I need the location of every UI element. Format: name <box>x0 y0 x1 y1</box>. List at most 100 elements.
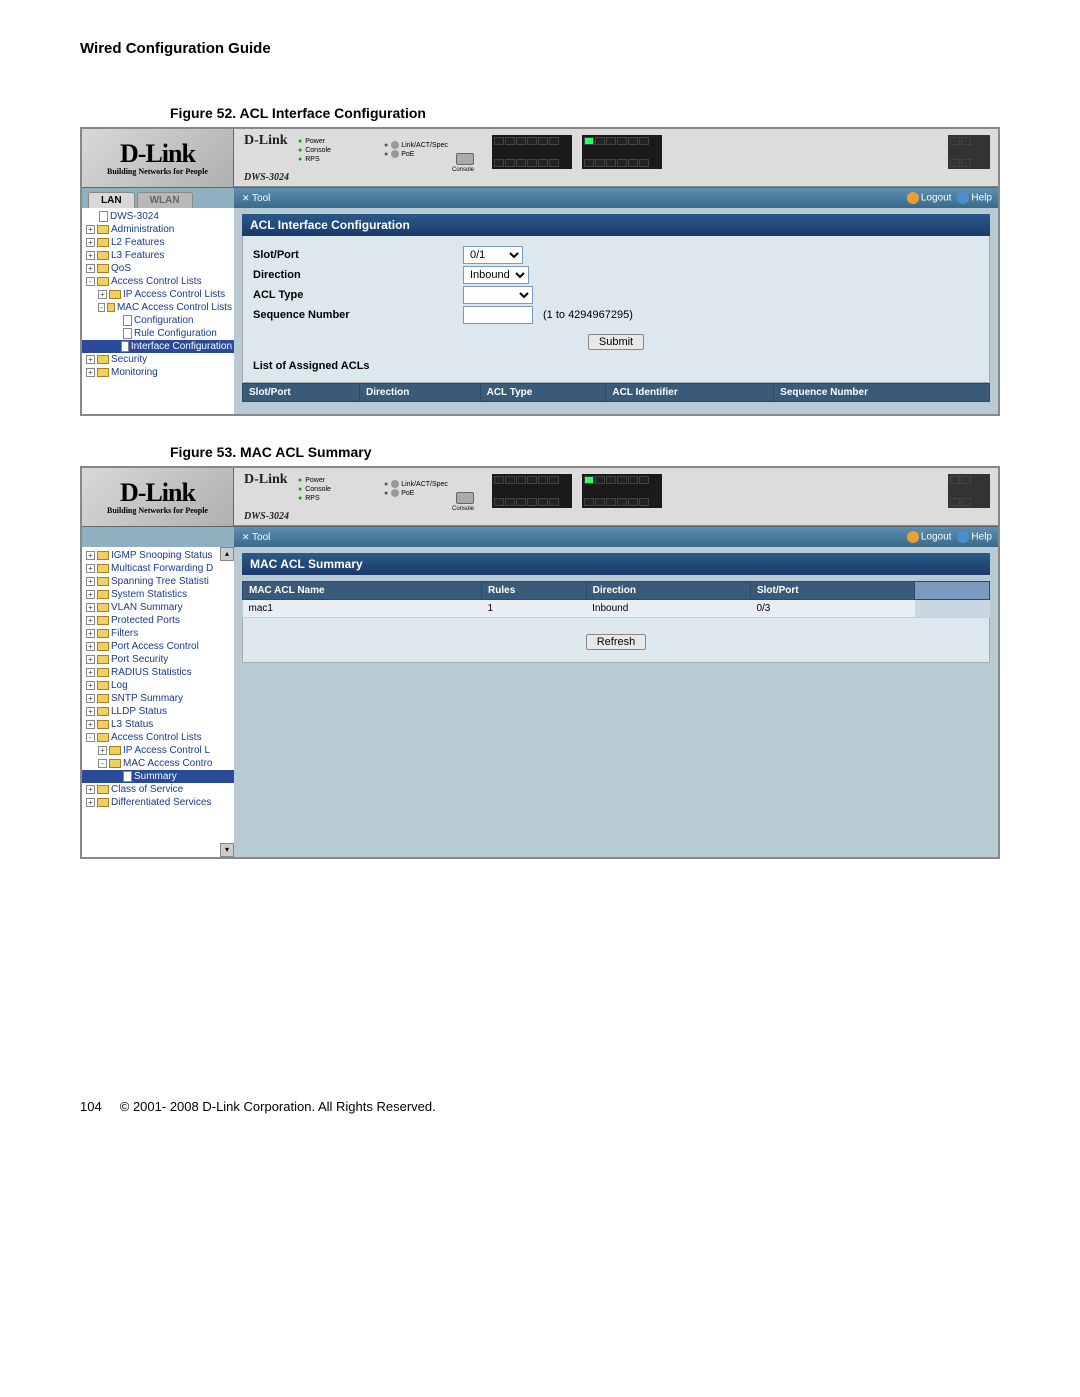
tree-item[interactable]: +Log <box>82 679 234 692</box>
tree-item[interactable]: Configuration <box>82 314 234 327</box>
tree-item[interactable]: -MAC Access Contro <box>82 757 234 770</box>
nav-tree[interactable]: +IGMP Snooping Status+Multicast Forwardi… <box>82 547 234 857</box>
collapse-icon[interactable]: - <box>98 303 105 312</box>
port-block-1 <box>492 474 572 508</box>
expand-icon[interactable]: + <box>86 564 95 573</box>
tree-item[interactable]: +L2 Features <box>82 236 234 249</box>
tree-item[interactable]: +L3 Status <box>82 718 234 731</box>
expand-icon[interactable]: + <box>86 577 95 586</box>
expand-icon[interactable]: + <box>86 785 95 794</box>
table-row: mac1 1 Inbound 0/3 <box>243 600 990 618</box>
expand-icon[interactable]: + <box>86 798 95 807</box>
folder-icon <box>97 251 109 260</box>
expand-icon[interactable]: + <box>86 616 95 625</box>
expand-icon[interactable]: + <box>86 694 95 703</box>
tree-item[interactable]: +IP Access Control Lists <box>82 288 234 301</box>
expand-icon[interactable]: + <box>86 355 95 364</box>
nav-tree[interactable]: DWS-3024 + Administration+L2 Features+L3 F… <box>82 208 234 414</box>
tool-menu[interactable]: Tool <box>242 193 270 204</box>
refresh-button[interactable]: Refresh <box>586 634 647 650</box>
status-leds: Power Console RPS <box>298 137 331 164</box>
submit-button[interactable]: Submit <box>588 334 644 350</box>
tree-item[interactable]: +System Statistics <box>82 588 234 601</box>
expand-icon[interactable]: + <box>86 590 95 599</box>
tree-item[interactable]: +Monitoring <box>82 366 234 379</box>
tree-item[interactable]: Summary <box>82 770 234 783</box>
expand-icon[interactable]: + <box>86 629 95 638</box>
led-rps: RPS <box>298 494 331 503</box>
tree-item[interactable]: +Spanning Tree Statisti <box>82 575 234 588</box>
tree-item[interactable]: +Multicast Forwarding D <box>82 562 234 575</box>
tree-item[interactable]: +Differentiated Services <box>82 796 234 809</box>
tree-item[interactable]: +QoS <box>82 262 234 275</box>
folder-icon <box>97 785 109 794</box>
scroll-down-icon[interactable]: ▾ <box>220 843 234 857</box>
cell-rules: 1 <box>482 600 587 618</box>
tree-item[interactable]: +Class of Service <box>82 783 234 796</box>
tree-item[interactable]: + Administration <box>82 223 234 236</box>
expand-icon[interactable]: + <box>86 238 95 247</box>
brand-logo-panel: D-Link Building Networks for People <box>82 129 234 187</box>
tab-lan[interactable]: LAN <box>88 192 135 208</box>
tree-item[interactable]: +Protected Ports <box>82 614 234 627</box>
folder-icon <box>97 564 109 573</box>
device-image-bar: D-Link DWS-3024 Power Console RPS Link/A… <box>234 129 998 187</box>
help-button[interactable]: Help <box>957 531 992 543</box>
slotport-select[interactable]: 0/1 <box>463 246 523 264</box>
expand-icon[interactable]: + <box>86 642 95 651</box>
tree-item[interactable]: +VLAN Summary <box>82 601 234 614</box>
acltype-select[interactable] <box>463 286 533 304</box>
tab-wlan[interactable]: WLAN <box>137 192 193 208</box>
expand-icon[interactable]: + <box>86 668 95 677</box>
tree-item[interactable]: - Access Control Lists <box>82 731 234 744</box>
expand-icon[interactable]: + <box>86 368 95 377</box>
fig53-num: Figure 53. <box>170 444 240 460</box>
sequence-label: Sequence Number <box>253 309 463 321</box>
expand-icon[interactable]: + <box>98 290 107 299</box>
led-rps: RPS <box>298 155 331 164</box>
folder-icon <box>97 707 109 716</box>
sequence-input[interactable] <box>463 306 533 324</box>
expand-icon[interactable]: + <box>86 681 95 690</box>
tree-item[interactable]: +Port Security <box>82 653 234 666</box>
expand-icon[interactable]: + <box>86 551 95 560</box>
led-power: Power <box>298 476 331 485</box>
expand-icon[interactable]: + <box>86 707 95 716</box>
tool-menu[interactable]: Tool <box>242 532 270 543</box>
tree-item[interactable]: +Port Access Control <box>82 640 234 653</box>
tree-item[interactable]: +SNTP Summary <box>82 692 234 705</box>
panel-title: MAC ACL Summary <box>242 553 990 575</box>
tree-item[interactable]: -MAC Access Control Lists <box>82 301 234 314</box>
expand-icon[interactable]: + <box>86 251 95 260</box>
tree-item[interactable]: +IGMP Snooping Status <box>82 549 234 562</box>
expand-icon[interactable]: + <box>86 225 95 234</box>
collapse-icon[interactable]: - <box>86 277 95 286</box>
tree-item[interactable]: Rule Configuration <box>82 327 234 340</box>
logout-button[interactable]: Logout <box>907 192 952 204</box>
tree-item[interactable]: -Access Control Lists <box>82 275 234 288</box>
help-button[interactable]: Help <box>957 192 992 204</box>
expand-icon[interactable]: + <box>86 720 95 729</box>
expand-icon[interactable]: + <box>86 264 95 273</box>
tree-item[interactable]: +IP Access Control L <box>82 744 234 757</box>
tree-item[interactable]: +Filters <box>82 627 234 640</box>
direction-select[interactable]: Inbound <box>463 266 529 284</box>
combo-ports <box>948 474 990 508</box>
tree-item[interactable]: +L3 Features <box>82 249 234 262</box>
expand-icon[interactable]: + <box>98 746 107 755</box>
scroll-up-icon[interactable]: ▴ <box>220 547 234 561</box>
tree-item[interactable]: +Security <box>82 353 234 366</box>
sequence-hint: (1 to 4294967295) <box>543 309 633 321</box>
tree-item[interactable]: +LLDP Status <box>82 705 234 718</box>
tree-item[interactable]: +RADIUS Statistics <box>82 666 234 679</box>
collapse-icon[interactable]: - <box>98 759 107 768</box>
tree-item[interactable]: Interface Configuration <box>82 340 234 353</box>
logout-button[interactable]: Logout <box>907 531 952 543</box>
tree-item-label: Administration <box>111 224 174 235</box>
expand-icon[interactable]: + <box>86 603 95 612</box>
tree-item[interactable]: DWS-3024 <box>82 210 234 223</box>
tree-item-label: Access Control Lists <box>111 732 202 743</box>
collapse-icon[interactable]: - <box>86 733 95 742</box>
expand-icon[interactable]: + <box>86 655 95 664</box>
fig53-title: MAC ACL Summary <box>240 444 371 460</box>
